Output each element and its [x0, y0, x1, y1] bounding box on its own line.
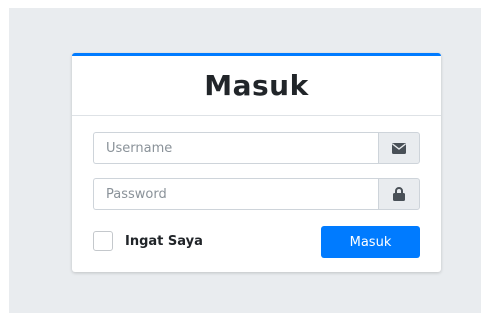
- page-title: Masuk: [204, 69, 309, 102]
- password-input[interactable]: [93, 178, 378, 210]
- card-header: Masuk: [72, 56, 441, 116]
- username-input[interactable]: [93, 132, 378, 164]
- lock-icon: [378, 178, 420, 210]
- login-card: Masuk Ingat Saya Masuk: [72, 53, 441, 272]
- password-group: [93, 178, 420, 210]
- login-button[interactable]: Masuk: [321, 226, 420, 258]
- page-background: Masuk Ingat Saya Masuk: [9, 8, 481, 313]
- envelope-icon: [378, 132, 420, 164]
- username-group: [93, 132, 420, 164]
- remember-label[interactable]: Ingat Saya: [125, 234, 203, 249]
- remember-me[interactable]: Ingat Saya: [93, 231, 203, 251]
- remember-checkbox[interactable]: [93, 231, 113, 251]
